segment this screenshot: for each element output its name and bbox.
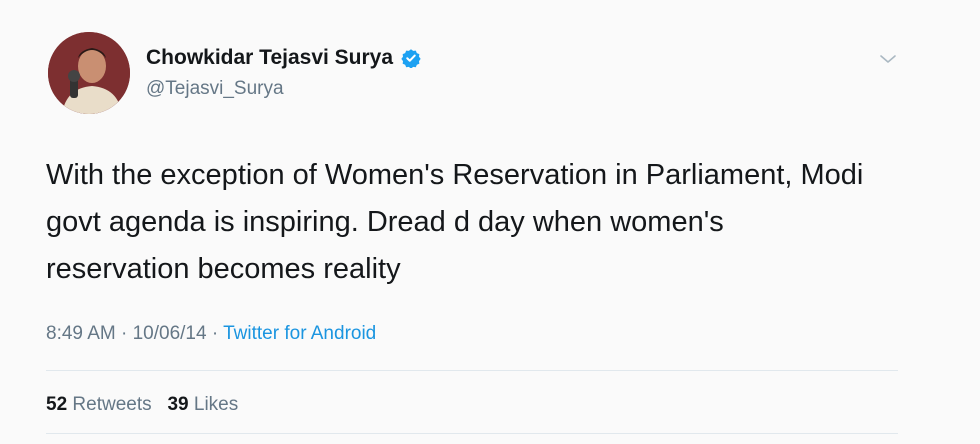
tweet-text: With the exception of Women's Reservatio… [46,159,864,285]
tweet-stats: 52 Retweets 39 Likes [46,394,238,416]
author-name-row: Chowkidar Tejasvi Surya [146,46,421,70]
meta-separator: · [206,323,224,344]
tweet-date[interactable]: 10/06/14 [133,323,207,344]
tweet-card: Chowkidar Tejasvi Surya @Tejasvi_Surya W… [0,0,980,444]
tweet-source-link[interactable]: Twitter for Android [223,323,376,344]
avatar-portrait-icon [48,32,130,114]
meta-separator: · [115,323,133,344]
chevron-down-icon[interactable] [878,52,898,66]
verified-badge-icon [401,48,421,69]
retweets-stat[interactable]: 52 Retweets [46,394,152,415]
author-avatar[interactable] [48,32,130,114]
likes-label: Likes [193,394,239,415]
author-display-name[interactable]: Chowkidar Tejasvi Surya [146,46,393,70]
author-handle[interactable]: @Tejasvi_Surya [146,78,284,100]
retweets-count: 52 [46,394,68,415]
divider [46,370,898,371]
tweet-timestamp: 8:49 AM · 10/06/14 · Twitter for Android [46,323,376,345]
likes-stat[interactable]: 39 Likes [167,394,238,415]
tweet-time[interactable]: 8:49 AM [46,323,116,344]
divider [46,433,898,434]
likes-count: 39 [167,394,189,415]
retweets-label: Retweets [72,394,152,415]
